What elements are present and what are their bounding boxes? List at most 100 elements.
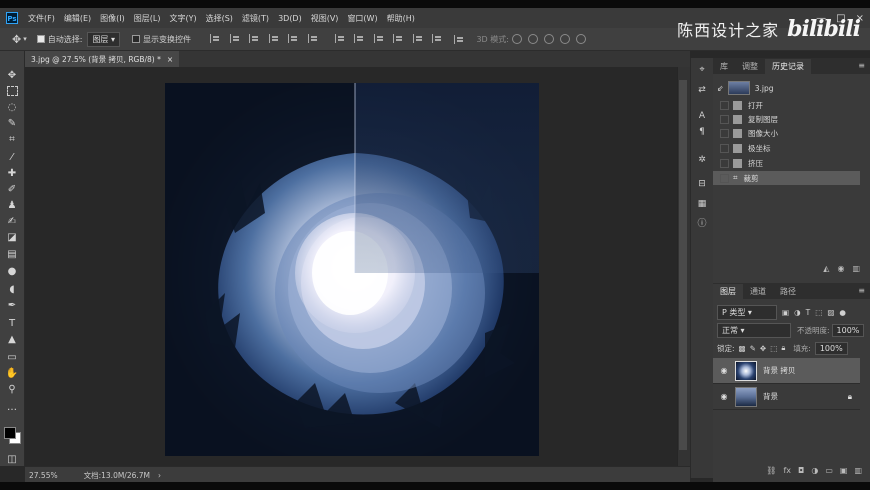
delete-layer-icon[interactable]: ▥	[854, 466, 862, 480]
menu-view[interactable]: 视图(V)	[311, 13, 339, 24]
history-panel-menu-icon[interactable]: ≡	[858, 61, 865, 70]
filter-type-icon[interactable]: T	[806, 308, 811, 317]
rectangle-tool-icon[interactable]: ▭	[5, 351, 19, 365]
distribute-bottom-icon[interactable]	[373, 33, 385, 43]
align-left-edges-icon[interactable]	[268, 33, 280, 43]
timeline-panel-icon[interactable]: ⓘ	[696, 218, 708, 230]
3d-roll-icon[interactable]	[527, 34, 538, 44]
tab-libraries[interactable]: 库	[713, 59, 735, 74]
auto-select-dropdown[interactable]: 图层 ▾	[87, 31, 120, 47]
show-transform-option[interactable]: 显示变换控件	[132, 34, 191, 45]
lock-all-icon[interactable]: 🔒︎	[781, 343, 785, 353]
menu-select[interactable]: 选择(S)	[206, 13, 233, 24]
lasso-tool-icon[interactable]: ◌	[5, 101, 19, 115]
blend-mode-dropdown[interactable]: 正常 ▾	[717, 322, 791, 338]
history-panel-icon[interactable]: ⌖	[696, 64, 708, 76]
clone-stamp-tool-icon[interactable]: ♟	[5, 199, 19, 213]
distribute-right-icon[interactable]	[432, 33, 443, 43]
close-tab-icon[interactable]: ×	[167, 55, 173, 64]
quick-selection-tool-icon[interactable]: ✎	[5, 117, 19, 131]
menu-type[interactable]: 文字(Y)	[169, 13, 196, 24]
visibility-eye-icon[interactable]: ◉	[719, 366, 729, 375]
layer-name[interactable]: 背景 拷贝	[763, 365, 795, 376]
delete-state-icon[interactable]: ▥	[852, 264, 860, 278]
filter-pixel-icon[interactable]: ▣	[782, 308, 789, 317]
chevron-down-icon[interactable]: ▾	[23, 35, 27, 43]
menu-window[interactable]: 窗口(W)	[347, 13, 377, 24]
marquee-tool-icon[interactable]	[5, 85, 19, 99]
actions-panel-icon[interactable]: ⇄	[696, 84, 708, 96]
filter-smart-object-icon[interactable]: ▨	[827, 308, 834, 317]
adjustment-layer-icon[interactable]: ◑	[811, 466, 818, 480]
history-item[interactable]: 极坐标	[713, 141, 860, 155]
history-item-selected[interactable]: ⌗ 裁剪	[713, 171, 860, 185]
status-arrow-icon[interactable]: ›	[158, 471, 161, 480]
3d-slide-icon[interactable]	[559, 34, 570, 44]
filter-shape-icon[interactable]: ⬚	[815, 308, 822, 317]
vertical-scroll-thumb[interactable]	[679, 80, 687, 450]
gradient-tool-icon[interactable]: ▤	[5, 248, 19, 262]
layer-row-selected[interactable]: ◉ 背景 拷贝	[713, 358, 860, 384]
history-item[interactable]: 挤压	[713, 156, 860, 170]
align-bottom-edges-icon[interactable]	[249, 33, 260, 43]
add-mask-icon[interactable]: ◘	[798, 466, 804, 480]
link-layers-icon[interactable]: ⛓︎	[766, 466, 776, 480]
lock-transparent-icon[interactable]: ▩	[739, 344, 746, 353]
layer-filter-dropdown[interactable]: P 类型 ▾	[717, 304, 777, 320]
opacity-field[interactable]: 100%	[831, 323, 865, 337]
history-brush-tool-icon[interactable]: ✍	[5, 215, 19, 229]
more-tools-icon[interactable]: …	[5, 401, 19, 415]
filter-toggle-icon[interactable]: ●	[839, 308, 846, 317]
new-snapshot-icon[interactable]: ◉	[837, 264, 844, 278]
layer-row[interactable]: ◉ 背景 🔒︎	[713, 384, 860, 410]
auto-select-option[interactable]: 自动选择:	[36, 34, 82, 45]
document-tab[interactable]: 3.jpg @ 27.5% (背景 拷贝, RGB/8) * ×	[25, 51, 180, 67]
zoom-tool-icon[interactable]: ⚲	[5, 383, 19, 397]
3d-pan-icon[interactable]	[543, 34, 554, 44]
show-transform-checkbox[interactable]	[132, 35, 140, 43]
type-tool-icon[interactable]: T	[5, 317, 19, 331]
menu-filter[interactable]: 滤镜(T)	[242, 13, 269, 24]
fill-field[interactable]: 100%	[814, 341, 848, 355]
layer-style-icon[interactable]: fx	[783, 466, 791, 480]
new-group-icon[interactable]: ▭	[825, 466, 833, 480]
adjustments-panel-icon[interactable]: ⊟	[696, 178, 708, 190]
move-tool-icon[interactable]: ✥	[5, 69, 19, 83]
tab-layers[interactable]: 图层	[713, 284, 743, 299]
layers-panel-menu-icon[interactable]: ≡	[858, 286, 865, 295]
blur-tool-icon[interactable]: ●	[5, 265, 19, 279]
tab-channels[interactable]: 通道	[743, 284, 773, 299]
new-layer-icon[interactable]: ▣	[840, 466, 848, 480]
distribute-vcenter-icon[interactable]	[354, 33, 365, 43]
history-snapshot[interactable]: ⇙ 3.jpg	[713, 79, 860, 97]
history-brush-source-icon[interactable]: ⇙	[717, 84, 724, 93]
align-vertical-centers-icon[interactable]	[229, 33, 241, 43]
document-canvas-image[interactable]	[165, 83, 539, 456]
character-panel-icon[interactable]: A	[696, 110, 708, 122]
distribute-hcenter-icon[interactable]	[412, 33, 424, 43]
path-selection-tool-icon[interactable]: ▲	[5, 333, 19, 347]
menu-edit[interactable]: 编辑(E)	[64, 13, 91, 24]
brush-tool-icon[interactable]: ✐	[5, 183, 19, 197]
eyedropper-tool-icon[interactable]: ⁄	[5, 151, 19, 165]
tab-adjustments[interactable]: 调整	[735, 59, 765, 74]
align-horizontal-centers-icon[interactable]	[288, 33, 299, 43]
crop-tool-icon[interactable]: ⌗	[5, 133, 19, 147]
quick-mask-icon[interactable]: ◫	[5, 453, 19, 467]
foreground-color-swatch[interactable]	[4, 427, 16, 439]
history-item[interactable]: 打开	[713, 98, 860, 112]
auto-select-checkbox[interactable]	[36, 35, 45, 43]
layer-name[interactable]: 背景	[763, 391, 848, 402]
tab-history[interactable]: 历史记录	[765, 59, 811, 74]
filter-adjustment-icon[interactable]: ◑	[794, 308, 801, 317]
dodge-tool-icon[interactable]: ◖	[5, 283, 19, 297]
auto-align-icon[interactable]	[454, 34, 465, 44]
healing-brush-tool-icon[interactable]: ✚	[5, 167, 19, 181]
new-document-from-state-icon[interactable]: ◭	[823, 264, 829, 278]
hand-tool-icon[interactable]: ✋	[5, 367, 19, 381]
menu-help[interactable]: 帮助(H)	[387, 13, 415, 24]
menu-file[interactable]: 文件(F)	[28, 13, 55, 24]
history-item[interactable]: 图像大小	[713, 126, 860, 140]
history-item[interactable]: 复制图层	[713, 112, 860, 126]
menu-layer[interactable]: 图层(L)	[134, 13, 161, 24]
